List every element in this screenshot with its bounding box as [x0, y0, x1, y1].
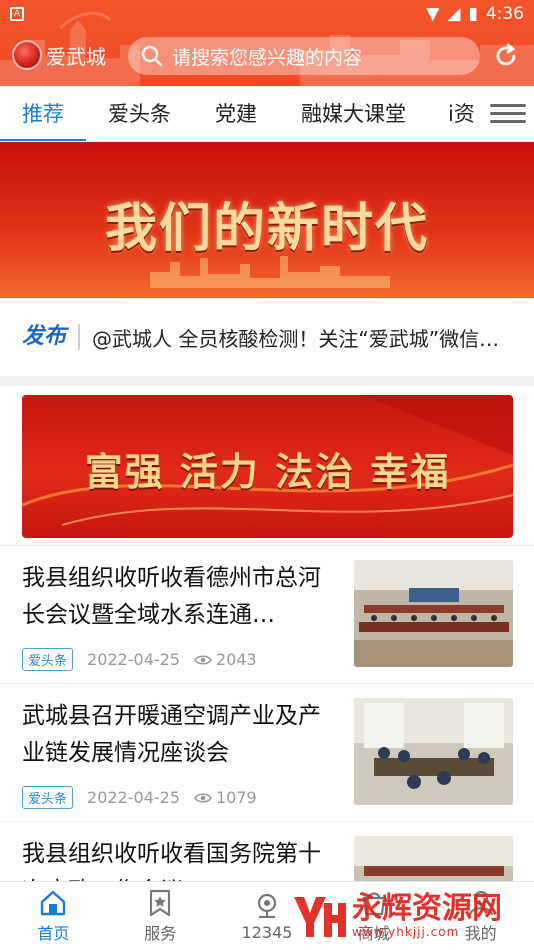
clock-time: 4:36 — [485, 4, 524, 24]
wifi-icon: ▼ — [426, 4, 440, 24]
banner-slogan-title: 富强 活力 法治 幸福 — [84, 449, 451, 494]
ticker-text: @武城人 全员核酸检测！关注“爱武城”微信… — [92, 326, 500, 351]
banner-slogan[interactable]: 富强 活力 法治 幸福 — [22, 395, 513, 538]
news-title: 我县组织收听收看德州市总河长会议暨全域水系连通… — [22, 565, 321, 628]
search-placeholder: 请搜索您感兴趣的内容 — [172, 46, 363, 69]
news-date: 2022-04-25 — [87, 650, 180, 669]
ticker-brand: 发布 — [22, 324, 81, 350]
news-thumbnail — [354, 698, 513, 805]
nav-label: 首页 — [37, 924, 70, 943]
news-meta: 爱头条 2022-04-25 2043 — [22, 648, 257, 671]
tab-recommend[interactable]: 推荐 — [0, 86, 86, 141]
location-icon — [257, 893, 277, 918]
news-tag: 爱头条 — [22, 786, 74, 809]
eye-icon — [194, 793, 212, 802]
news-meta: 爱头条 2022-04-25 1079 — [22, 786, 257, 809]
signal-icon: ◢ — [447, 4, 461, 24]
watermark: 永辉资源网 www.yhkjjj.com — [290, 886, 530, 946]
app-header: A ▼ ◢ ▮ 4:36 爱武城 请搜索您感兴趣的内容 — [0, 0, 534, 86]
watermark-logo-icon — [294, 897, 346, 937]
news-views: 2043 — [216, 650, 257, 669]
news-date: 2022-04-25 — [87, 788, 180, 807]
banner-title: 我们的新时代 — [104, 198, 429, 259]
search-input[interactable]: 请搜索您感兴趣的内容 — [128, 37, 480, 75]
search-icon — [141, 45, 163, 67]
tab-party[interactable]: 党建 — [215, 86, 257, 141]
banner-new-era[interactable]: 我们的新时代 — [0, 142, 534, 298]
status-bar: A ▼ ◢ ▮ 4:36 — [0, 0, 534, 28]
nav-service[interactable]: 服务 — [107, 882, 214, 950]
news-tag: 爱头条 — [22, 648, 74, 671]
refresh-icon[interactable] — [492, 42, 520, 70]
tab-media-class[interactable]: 融媒大课堂 — [301, 86, 406, 141]
app-logo[interactable]: 爱武城 — [12, 40, 106, 70]
watermark-name: 永辉资源网 — [352, 891, 502, 926]
news-title: 武城县召开暖通空调产业及产业链发展情况座谈会 — [22, 703, 321, 766]
news-ticker[interactable]: 发布 @武城人 全员核酸检测！关注“爱武城”微信… — [0, 298, 534, 376]
tab-headlines[interactable]: 爱头条 — [108, 86, 171, 141]
watermark-url: www.yhkjjj.com — [352, 925, 460, 939]
battery-icon: ▮ — [468, 4, 478, 24]
tab-partial[interactable]: i资 — [448, 86, 475, 141]
bookmark-star-icon — [150, 889, 171, 917]
nav-label: 服务 — [144, 924, 177, 943]
menu-icon[interactable] — [490, 100, 526, 126]
logo-globe-icon — [12, 40, 42, 70]
eye-icon — [194, 655, 212, 664]
news-item[interactable]: 我县组织收听收看德州市总河长会议暨全域水系连通… 爱头条 2022-04-25 … — [0, 545, 534, 683]
home-icon — [41, 890, 66, 916]
news-views: 1079 — [216, 788, 257, 807]
nav-label: 12345 — [241, 922, 293, 942]
news-thumbnail — [354, 560, 513, 667]
app-name: 爱武城 — [46, 44, 106, 69]
notification-icon: A — [10, 7, 24, 21]
city-skyline-graphic — [150, 256, 390, 288]
section-divider — [0, 376, 534, 386]
channel-tabs: 推荐 爱头条 党建 融媒大课堂 i资 — [0, 86, 534, 142]
nav-home[interactable]: 首页 — [0, 882, 107, 950]
news-item[interactable]: 武城县召开暖通空调产业及产业链发展情况座谈会 爱头条 2022-04-25 10… — [0, 683, 534, 821]
